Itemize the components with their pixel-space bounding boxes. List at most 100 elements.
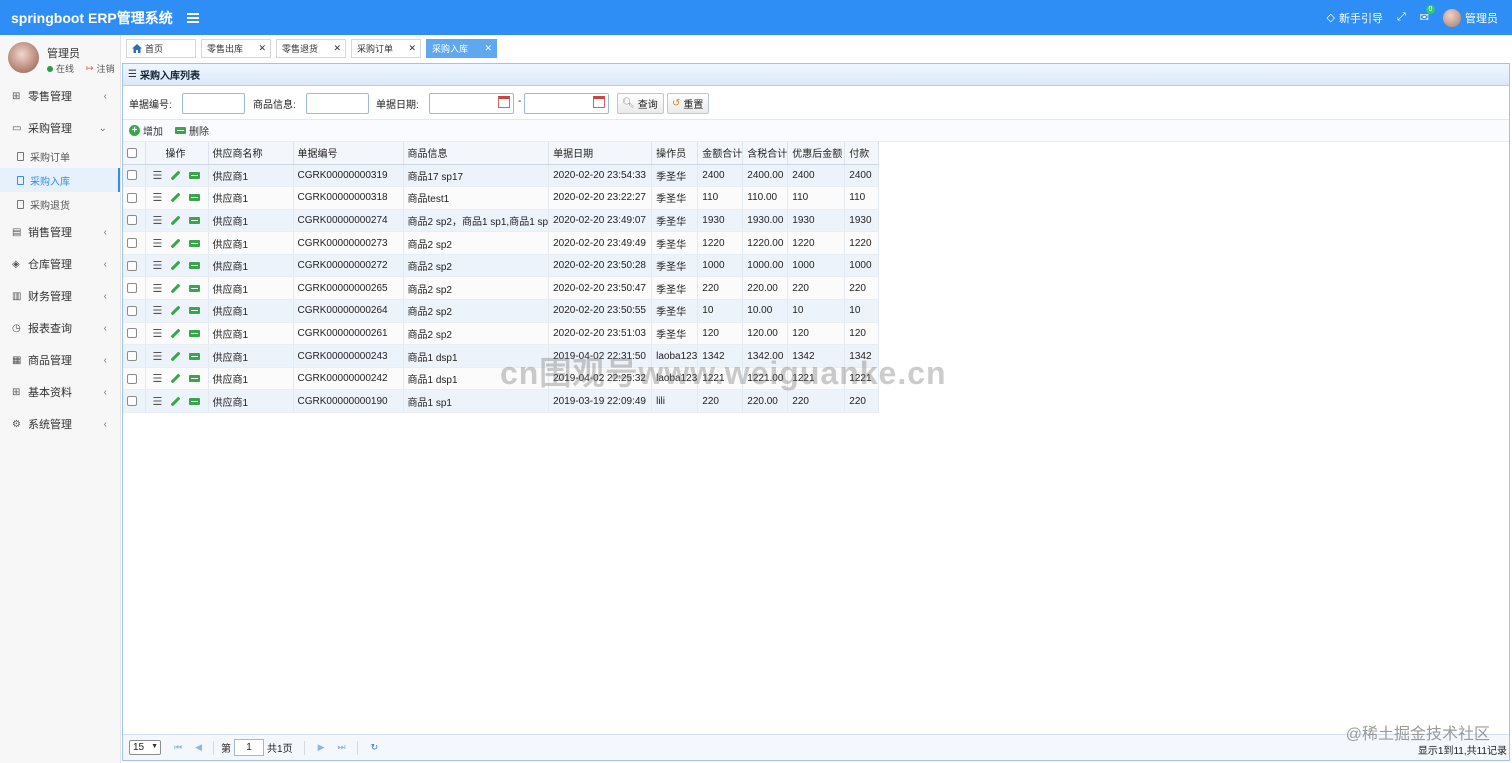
- delete-icon[interactable]: [189, 352, 201, 360]
- table-row[interactable]: ☰ 供应商1 CGRK00000000318 商品test1 2020-02-20 23…: [123, 186, 880, 210]
- detail-list-icon[interactable]: ☰: [153, 372, 163, 385]
- delete-icon[interactable]: [189, 329, 201, 337]
- detail-list-icon[interactable]: ☰: [153, 327, 163, 340]
- delete-icon[interactable]: [189, 397, 201, 405]
- edit-icon[interactable]: [171, 284, 180, 293]
- tab-home[interactable]: 首页: [126, 39, 196, 58]
- column-header[interactable]: 金额合计: [697, 142, 744, 165]
- logout-icon[interactable]: ↦: [86, 63, 94, 74]
- column-header[interactable]: 付款: [844, 142, 880, 165]
- sidebar-item-system[interactable]: ⚙ 系统管理 ‹: [0, 408, 120, 440]
- row-checkbox[interactable]: [127, 192, 137, 203]
- detail-list-icon[interactable]: ☰: [153, 191, 163, 204]
- delete-icon[interactable]: [189, 375, 201, 383]
- table-row[interactable]: ☰ 供应商1 CGRK00000000319 商品17 sp17 2020-02-20 …: [123, 164, 880, 188]
- row-checkbox[interactable]: [127, 283, 137, 294]
- page-size-select[interactable]: 15: [129, 740, 161, 755]
- refresh-icon[interactable]: ↻: [371, 742, 379, 753]
- menu-toggle-icon[interactable]: [186, 12, 199, 23]
- sidebar-item-finance[interactable]: ▥ 财务管理 ‹: [0, 280, 120, 312]
- edit-icon[interactable]: [171, 374, 180, 383]
- sidebar-item-purchase[interactable]: ▭ 采购管理 ⌄: [0, 112, 120, 144]
- table-row[interactable]: ☰ 供应商1 CGRK00000000272 商品2 sp2 2020-02-20 23…: [123, 254, 880, 278]
- sidebar-item-retail[interactable]: ⊞ 零售管理 ‹: [0, 80, 120, 112]
- detail-list-icon[interactable]: ☰: [153, 282, 163, 295]
- sidebar-item-reports[interactable]: ◷ 报表查询 ‹: [0, 312, 120, 344]
- reset-button[interactable]: ↺ 重置: [667, 93, 710, 114]
- row-checkbox[interactable]: [127, 305, 137, 316]
- first-page-icon[interactable]: ⏮: [174, 742, 182, 753]
- delete-icon[interactable]: [189, 171, 201, 179]
- row-checkbox[interactable]: [127, 328, 137, 339]
- user-menu[interactable]: 管理员: [1443, 8, 1498, 27]
- row-checkbox[interactable]: [127, 237, 137, 248]
- calendar-icon[interactable]: [498, 96, 510, 108]
- edit-icon[interactable]: [171, 329, 180, 338]
- page-number-input[interactable]: 1: [234, 739, 265, 756]
- close-icon[interactable]: ✕: [258, 43, 266, 54]
- delete-icon[interactable]: [189, 194, 201, 202]
- row-checkbox[interactable]: [127, 260, 137, 271]
- sidebar-item-sales[interactable]: ▤ 销售管理 ‹: [0, 216, 120, 248]
- delete-icon[interactable]: [189, 216, 201, 224]
- fullscreen-icon[interactable]: ⤢: [1397, 11, 1406, 24]
- delete-button[interactable]: 删除: [175, 123, 209, 138]
- detail-list-icon[interactable]: ☰: [153, 304, 163, 317]
- sidebar-subitem-purchase-order[interactable]: 采购订单: [0, 144, 120, 168]
- row-checkbox[interactable]: [127, 350, 137, 361]
- row-checkbox[interactable]: [127, 215, 137, 226]
- edit-icon[interactable]: [171, 306, 180, 315]
- detail-list-icon[interactable]: ☰: [153, 237, 163, 250]
- table-row[interactable]: ☰ 供应商1 CGRK00000000273 商品2 sp2 2020-02-20 23…: [123, 231, 880, 255]
- sidebar-item-goods[interactable]: ▦ 商品管理 ‹: [0, 344, 120, 376]
- sidebar-subitem-purchase-in[interactable]: 采购入库: [0, 168, 120, 192]
- tab-retail-out[interactable]: 零售出库 ✕: [201, 39, 271, 58]
- select-all-checkbox[interactable]: [127, 147, 137, 158]
- edit-icon[interactable]: [171, 216, 180, 225]
- table-row[interactable]: ☰ 供应商1 CGRK00000000265 商品2 sp2 2020-02-20 23…: [123, 276, 880, 301]
- sidebar-subitem-purchase-return[interactable]: 采购退货: [0, 192, 120, 216]
- edit-icon[interactable]: [171, 171, 180, 180]
- tab-purchase-in[interactable]: 采购入库 ✕: [426, 39, 497, 58]
- guide-link[interactable]: ◇ 新手引导: [1327, 10, 1383, 26]
- mail-button[interactable]: ✉ 0: [1420, 5, 1435, 24]
- column-header[interactable]: 优惠后金额: [787, 142, 846, 165]
- add-button[interactable]: + 增加: [129, 123, 163, 138]
- sidebar-item-warehouse[interactable]: ◈ 仓库管理 ‹: [0, 248, 120, 280]
- table-row[interactable]: ☰ 供应商1 CGRK00000000261 商品2 sp2 2020-02-20 23…: [123, 322, 880, 346]
- goods-input[interactable]: [306, 93, 369, 114]
- next-page-icon[interactable]: ▶: [318, 742, 325, 753]
- delete-icon[interactable]: [189, 284, 201, 292]
- delete-icon[interactable]: [189, 239, 201, 247]
- logout-link[interactable]: 注销: [97, 62, 115, 75]
- row-checkbox[interactable]: [127, 373, 137, 384]
- edit-icon[interactable]: [171, 352, 180, 361]
- column-header[interactable]: 商品信息: [403, 142, 550, 165]
- edit-icon[interactable]: [171, 397, 180, 406]
- tab-retail-return[interactable]: 零售退货 ✕: [276, 39, 346, 58]
- prev-page-icon[interactable]: ◀: [195, 742, 202, 753]
- column-header[interactable]: 含税合计: [742, 142, 789, 165]
- edit-icon[interactable]: [171, 193, 180, 202]
- table-row[interactable]: ☰ 供应商1 CGRK00000000264 商品2 sp2 2020-02-20 23…: [123, 299, 880, 323]
- detail-list-icon[interactable]: ☰: [153, 395, 163, 408]
- delete-icon[interactable]: [189, 262, 201, 270]
- close-icon[interactable]: ✕: [484, 43, 492, 54]
- delete-icon[interactable]: [189, 307, 201, 315]
- detail-list-icon[interactable]: ☰: [153, 169, 163, 182]
- calendar-icon[interactable]: [593, 96, 605, 108]
- detail-list-icon[interactable]: ☰: [153, 259, 163, 272]
- edit-icon[interactable]: [171, 261, 180, 270]
- table-row[interactable]: ☰ 供应商1 CGRK00000000274 商品2 sp2，商品1 sp1,商品1 …: [123, 209, 880, 233]
- column-header[interactable]: 单据编号: [293, 142, 404, 165]
- query-button[interactable]: 🔍︎ 查询: [617, 93, 664, 114]
- row-checkbox[interactable]: [127, 170, 137, 181]
- last-page-icon[interactable]: ⏭: [338, 742, 346, 753]
- tab-purchase-order[interactable]: 采购订单 ✕: [351, 39, 421, 58]
- column-header[interactable]: 单据日期: [548, 142, 653, 165]
- column-header[interactable]: 供应商名称: [208, 142, 294, 165]
- row-checkbox[interactable]: [127, 396, 137, 407]
- edit-icon[interactable]: [171, 239, 180, 248]
- close-icon[interactable]: ✕: [408, 43, 416, 54]
- detail-list-icon[interactable]: ☰: [153, 350, 163, 363]
